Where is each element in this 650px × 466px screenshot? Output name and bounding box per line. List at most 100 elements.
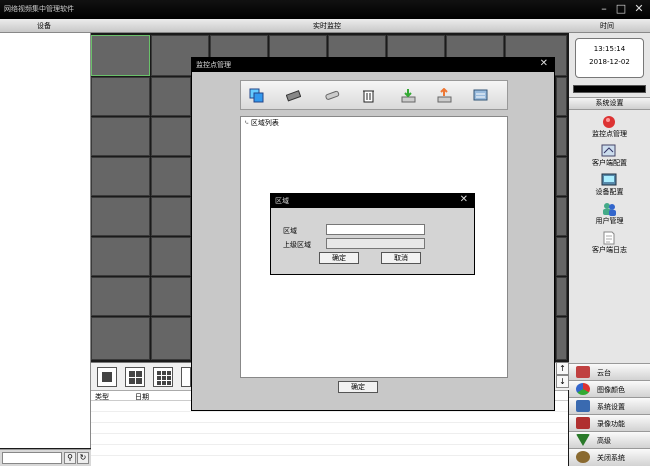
sysitem-client-config[interactable]: 客户端配置 [569,144,650,167]
user-manage-icon [601,202,617,216]
right-panel: 13:15:14 2018-12-02 系统设置 监控点管理 客户端配置 设备配… [569,33,650,466]
maximize-icon[interactable]: □ [613,1,629,17]
color-icon [576,383,590,395]
video-cell[interactable] [151,237,191,276]
video-cell[interactable] [91,237,150,276]
video-cell[interactable] [556,277,567,316]
tree-root-label: 区域列表 [250,119,279,127]
monitor-dialog-title: 监控点管理 [196,61,231,69]
sysitem-label: 监控点管理 [592,130,627,138]
minimize-icon[interactable]: – [596,1,612,17]
close-icon[interactable]: ✕ [631,1,647,17]
sysitem-label: 客户端配置 [592,159,627,167]
device-config-icon [601,173,617,187]
video-cell[interactable] [151,277,191,316]
video-cell[interactable] [151,117,191,156]
area-cancel-button[interactable]: 取消 [381,252,421,264]
clock-date: 2018-12-02 [589,58,630,66]
layout-4-icon[interactable] [125,367,145,387]
tree-root[interactable]: ⌎ 区域列表 [243,118,279,128]
video-cell[interactable] [151,77,191,116]
menu-advanced[interactable]: 高级 [569,431,650,448]
device-search-input[interactable] [2,452,62,464]
sysitem-client-log[interactable]: 客户端日志 [569,231,650,254]
video-cell[interactable] [91,35,150,76]
video-cell[interactable] [91,77,150,116]
time-column-header: 时间 [600,22,614,30]
refresh-icon[interactable] [473,88,488,103]
layout-16-icon[interactable] [181,367,191,387]
menu-system-settings[interactable]: 系统设置 [569,397,650,414]
add-area-icon[interactable] [249,88,264,103]
menu-image-color[interactable]: 图像颜色 [569,380,650,397]
refresh-icon[interactable]: ↻ [77,452,89,464]
status-bar [573,85,646,93]
video-cell[interactable] [151,157,191,196]
sysitem-label: 用户管理 [595,217,624,225]
import-icon[interactable] [401,88,416,103]
menu-recording[interactable]: 录像功能 [569,414,650,431]
export-icon[interactable] [437,87,452,103]
menu-label: 录像功能 [597,420,625,428]
sysitem-label: 客户端日志 [592,246,627,254]
area-name-field[interactable] [326,224,425,235]
close-icon[interactable]: ✕ [460,194,468,205]
edit-icon[interactable] [325,88,340,103]
menu-label: 系统设置 [597,403,625,411]
video-cell[interactable] [91,317,150,360]
menu-label: 高级 [597,437,611,445]
parent-area-field[interactable] [326,238,425,249]
area-dialog-title: 区域 [275,197,289,205]
monitor-column-header: 实时监控 [313,22,341,30]
menu-shutdown[interactable]: 关闭系统 [569,448,650,466]
log-col-date: 日期 [135,393,149,401]
client-config-icon [601,144,617,158]
video-cell[interactable] [556,317,567,360]
monitor-toolbar [240,80,508,110]
menu-ptz[interactable]: 云台 [569,363,650,380]
video-cell[interactable] [91,277,150,316]
advanced-icon [576,434,590,446]
area-ok-button[interactable]: 确定 [319,252,359,264]
delete-icon[interactable] [361,88,376,103]
video-cell[interactable] [91,197,150,236]
device-column-header: 设备 [37,22,51,30]
area-label: 区域 [283,227,297,235]
device-tree-panel[interactable] [0,33,91,448]
sysconfig-header[interactable]: 系统设置 [569,97,650,110]
clock-time: 13:15:14 [593,45,626,53]
video-cell[interactable] [556,77,567,116]
layout-scroll: ↑ ↓ [556,362,569,390]
sysitem-camera-point[interactable]: 监控点管理 [569,115,650,138]
video-cell[interactable] [556,237,567,276]
layout-1-icon[interactable] [97,367,117,387]
video-cell[interactable] [556,117,567,156]
area-dialog: 区域 ✕ 区域 上级区域 确定 取消 [270,193,475,275]
close-icon[interactable]: ✕ [540,58,548,69]
video-cell[interactable] [91,117,150,156]
title-bar: 网络视频集中管理软件 – □ ✕ [0,0,650,19]
sysitem-user-manage[interactable]: 用户管理 [569,202,650,225]
video-cell[interactable] [151,317,191,360]
clock-display: 13:15:14 2018-12-02 [575,38,644,78]
app-title: 网络视频集中管理软件 [4,5,74,13]
search-icon[interactable]: ⚲ [64,452,76,464]
header-row: 设备 实时监控 时间 [0,19,650,33]
record-icon [576,417,590,429]
log-col-type: 类型 [95,393,109,401]
sysitem-device-config[interactable]: 设备配置 [569,173,650,196]
monitor-ok-button[interactable]: 确定 [338,381,378,393]
video-cell[interactable] [556,157,567,196]
add-device-icon[interactable] [285,88,302,103]
monitor-dialog-titlebar: 监控点管理 ✕ [192,58,554,72]
menu-label: 云台 [597,369,611,377]
layout-9-icon[interactable] [153,367,173,387]
video-cell[interactable] [91,157,150,196]
video-cell[interactable] [151,197,191,236]
area-dialog-titlebar: 区域 ✕ [271,194,474,208]
camera-point-icon [601,115,617,129]
scroll-down-icon[interactable]: ↓ [556,375,569,388]
scroll-up-icon[interactable]: ↑ [556,362,569,375]
parent-area-label: 上级区域 [283,241,311,249]
video-cell[interactable] [556,197,567,236]
